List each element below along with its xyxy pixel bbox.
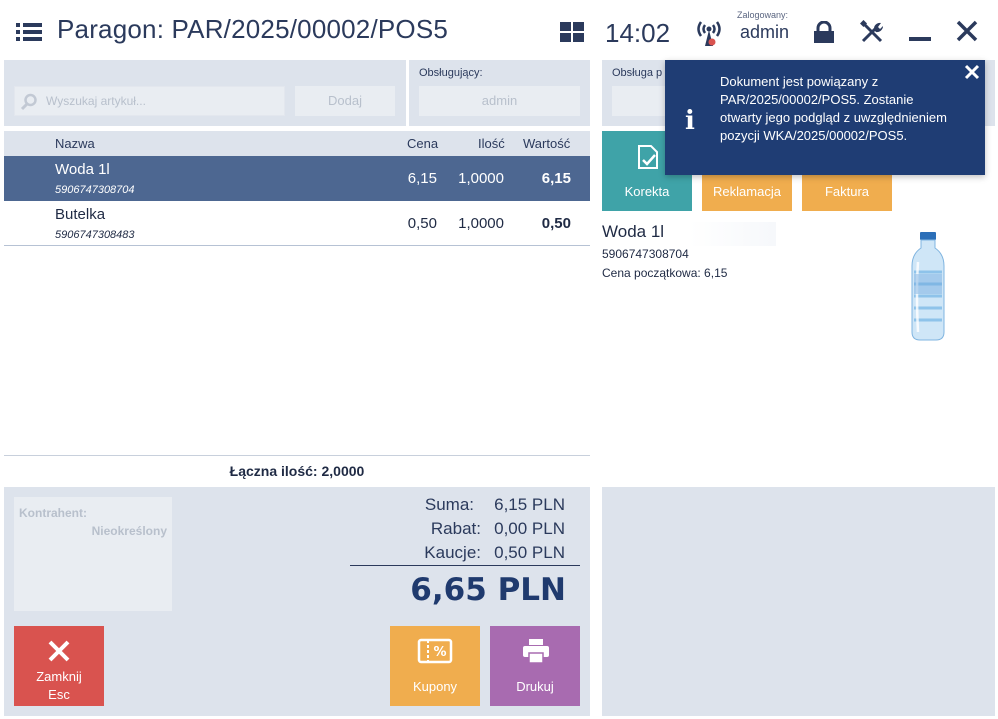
deposit-value: 0,50 PLN: [494, 543, 565, 562]
minimize-icon[interactable]: [909, 37, 931, 41]
print-button[interactable]: Drukuj: [490, 626, 580, 706]
contractor-box[interactable]: Kontrahent: Nieokreślony: [14, 497, 172, 611]
contractor-label: Kontrahent:: [19, 506, 87, 520]
right-servicer-field[interactable]: [612, 86, 672, 116]
row-value: 0,50: [541, 215, 571, 232]
close-icon[interactable]: [964, 64, 980, 80]
product-code: 5906747308704: [602, 247, 689, 261]
table-header: Nazwa Cena Ilość Wartość: [4, 131, 590, 156]
info-icon: i: [685, 106, 695, 136]
row-quantity: 1,0000: [458, 215, 504, 232]
total-amount: 6,65 PLN: [410, 572, 566, 608]
row-code: 5906747308483: [55, 229, 135, 241]
product-name: Woda 1l: [602, 222, 776, 246]
printer-icon: [523, 639, 549, 663]
row-code: 5906747308704: [55, 184, 135, 196]
row-price: 0,50: [407, 215, 437, 232]
discount-value: 0,00 PLN: [494, 519, 565, 538]
row-name: Woda 1l: [55, 161, 110, 178]
search-placeholder: Wyszukaj artykuł...: [46, 94, 146, 108]
print-button-label: Drukuj: [516, 679, 554, 694]
coupon-icon: %: [417, 638, 453, 664]
row-value: 6,15: [541, 170, 571, 187]
table-row[interactable]: Butelka 5906747308483 0,50 1,0000 0,50: [4, 201, 590, 246]
servicer-label: Obsługujący:: [419, 67, 483, 79]
right-bottom-panel: [602, 487, 995, 716]
right-servicer-label: Obsługa p: [612, 67, 663, 79]
servicer-field[interactable]: admin: [419, 86, 580, 116]
invoice-button-label: Faktura: [824, 184, 870, 199]
row-price: 6,15: [407, 170, 437, 187]
svg-text:%: %: [433, 645, 446, 660]
login-user[interactable]: admin: [740, 22, 789, 43]
close-button-label: Zamknij: [36, 669, 82, 684]
complaint-button-label: Reklamacja: [713, 184, 781, 199]
summary-divider: [350, 565, 580, 566]
row-quantity: 1,0000: [458, 170, 504, 187]
close-button-shortcut: Esc: [48, 687, 70, 702]
menu-icon[interactable]: [16, 22, 42, 42]
notification-text: Dokument jest powiązany z PAR/2025/00002…: [720, 74, 947, 143]
product-initial-price: Cena początkowa: 6,15: [602, 266, 728, 280]
coupons-button-label: Kupony: [412, 679, 458, 694]
add-button[interactable]: Dodaj: [295, 86, 395, 116]
sum-label: Suma:: [424, 495, 474, 514]
column-price[interactable]: Cena: [407, 136, 438, 151]
document-check-icon: [638, 145, 658, 169]
login-label: Zalogowany:: [737, 10, 789, 20]
row-name: Butelka: [55, 206, 106, 223]
search-icon: [20, 93, 37, 111]
notification-popup: i Dokument jest powiązany z PAR/2025/000…: [665, 60, 985, 175]
total-quantity-label: Łączna ilość:: [229, 463, 318, 479]
lock-icon[interactable]: [813, 21, 835, 43]
table-row[interactable]: Woda 1l 5906747308704 6,15 1,0000 6,15: [4, 156, 590, 201]
column-name[interactable]: Nazwa: [55, 136, 95, 151]
column-value[interactable]: Wartość: [523, 136, 570, 151]
total-quantity: Łączna ilość: 2,0000: [4, 455, 590, 486]
tools-icon[interactable]: [860, 20, 884, 44]
clock: 14:02: [605, 18, 671, 48]
close-icon: [48, 640, 70, 662]
page-title: Paragon: PAR/2025/00002/POS5: [57, 14, 449, 44]
signal-icon[interactable]: [696, 18, 722, 48]
coupons-button[interactable]: % Kupony: [390, 626, 480, 706]
contractor-value: Nieokreślony: [91, 524, 167, 538]
column-quantity[interactable]: Ilość: [478, 136, 505, 151]
close-button[interactable]: Zamknij Esc: [14, 626, 104, 706]
tiles-icon[interactable]: [560, 22, 584, 42]
close-icon[interactable]: [956, 20, 978, 42]
sum-value: 6,15 PLN: [494, 495, 565, 514]
correction-button-label: Korekta: [624, 184, 670, 199]
total-quantity-value: 2,0000: [321, 463, 365, 479]
product-bottle-image: [911, 232, 945, 341]
